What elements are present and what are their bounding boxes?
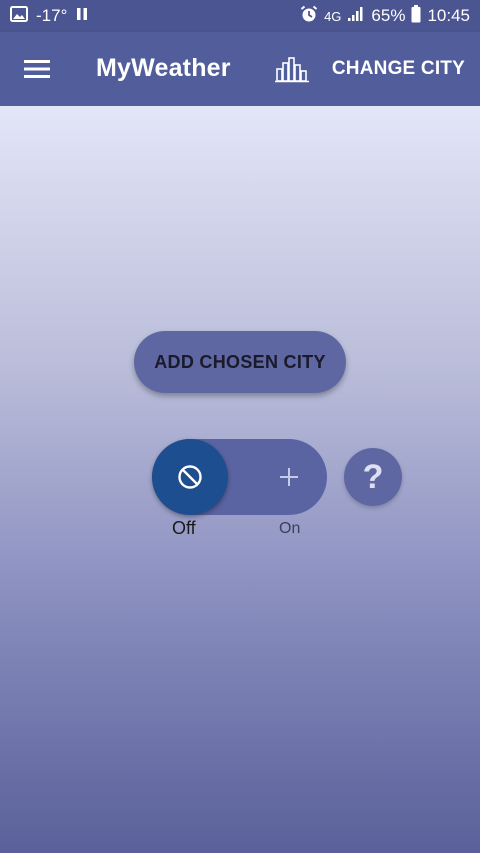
plus-icon: [269, 457, 309, 497]
clock: 10:45: [427, 6, 470, 25]
status-left: -17°: [10, 0, 89, 32]
image-icon: [10, 5, 28, 27]
menu-button[interactable]: [18, 52, 56, 86]
help-button[interactable]: ?: [344, 448, 402, 506]
status-bar: -17° 4G 65% 10:45: [0, 0, 480, 32]
main-content: ADD CHOSEN CITY Off On ?: [0, 106, 480, 853]
app-title: MyWeather: [96, 54, 231, 82]
toggle-on-label: On: [279, 520, 301, 537]
alarm-icon: [300, 5, 318, 28]
signal-icon: [347, 6, 365, 27]
change-city-button[interactable]: CHANGE CITY: [332, 58, 465, 80]
city-chart-icon: [275, 57, 309, 83]
status-right: 4G 65% 10:45: [300, 0, 470, 32]
city-chart-button[interactable]: [272, 52, 312, 86]
temperature-text: -17°: [36, 6, 68, 25]
app-bar: MyWeather CHANGE CITY: [0, 32, 480, 106]
add-chosen-city-button[interactable]: ADD CHOSEN CITY: [134, 331, 346, 393]
block-icon: [178, 465, 202, 489]
on-off-toggle[interactable]: [152, 439, 327, 515]
toggle-knob[interactable]: [152, 439, 228, 515]
toggle-off-label: Off: [172, 518, 196, 538]
pause-icon: [75, 6, 89, 26]
battery-icon: [411, 4, 421, 28]
battery-percent: 65%: [371, 6, 406, 25]
menu-icon: [24, 60, 50, 78]
network-type: 4G: [324, 8, 342, 24]
